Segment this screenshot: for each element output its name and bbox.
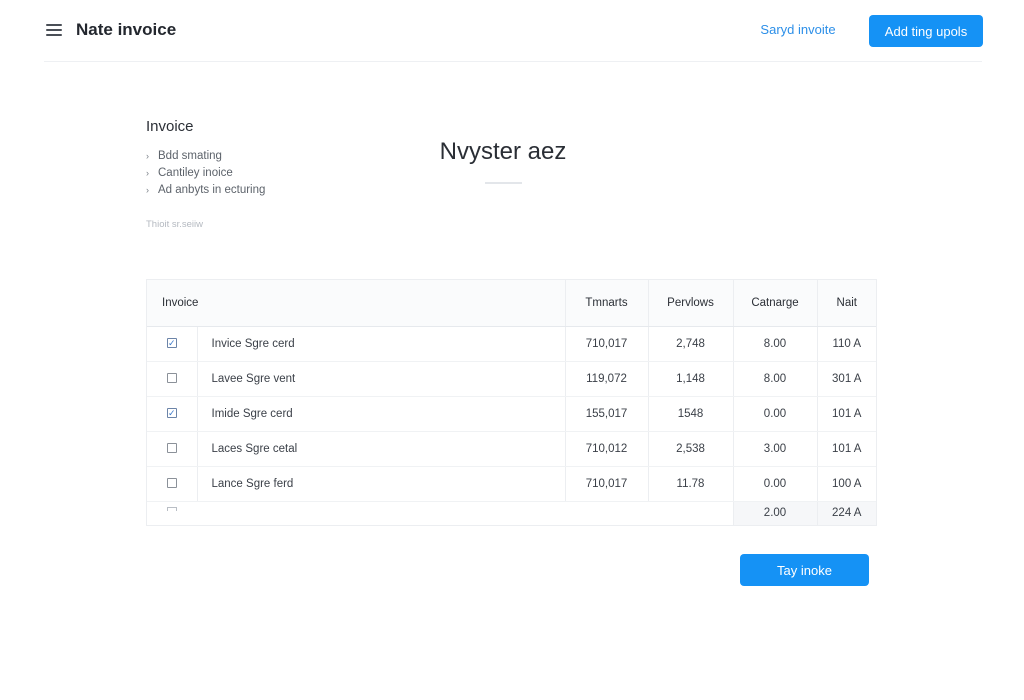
- feature-item: › Cantiley inoice: [146, 165, 265, 182]
- row-checkbox-cell: ✓: [147, 396, 197, 432]
- nait-cell: 101 A: [816, 431, 876, 467]
- hamburger-menu-icon[interactable]: [46, 24, 62, 37]
- invoice-name-cell: Invice Sgre cerd: [196, 326, 565, 362]
- tmnarts-cell: 710,017: [564, 466, 648, 502]
- table-row[interactable]: Lavee Sgre vent 119,072 1,148 8.00 301 A: [147, 361, 876, 397]
- chevron-right-icon: ›: [146, 151, 149, 161]
- tmnarts-cell: 155,017: [564, 396, 648, 432]
- nait-cell: 101 A: [816, 396, 876, 432]
- catnarge-cell: 0.00: [732, 466, 817, 502]
- table-row[interactable]: ✓ Invice Sgre cerd 710,017 2,748 8.00 110 A: [147, 326, 876, 362]
- row-checkbox[interactable]: ✓: [166, 408, 177, 419]
- row-checkbox-cell: [147, 361, 197, 397]
- fine-print-note: Thioit sr.seiiw: [146, 219, 204, 230]
- row-checkbox-cell: [147, 501, 197, 525]
- column-header-invoice[interactable]: Invoice: [147, 280, 565, 327]
- row-checkbox[interactable]: [166, 373, 177, 384]
- page-title: Nvyster aez: [439, 138, 567, 165]
- top-bar: Nate invoice Saryd invoite Add ting upol…: [0, 0, 1024, 62]
- pay-invoice-button[interactable]: Tay inoke: [740, 554, 869, 586]
- row-checkbox[interactable]: [166, 478, 177, 489]
- table-row[interactable]: Laces Sgre cetal 710,012 2,538 3.00 101 A: [147, 431, 876, 467]
- pervlows-cell: 2,748: [647, 326, 733, 362]
- chevron-right-icon: ›: [146, 185, 149, 195]
- section-heading: Invoice: [146, 118, 194, 135]
- nait-cell: 301 A: [816, 361, 876, 397]
- catnarge-cell: 3.00: [732, 431, 817, 467]
- checkmark-icon: ✓: [167, 408, 176, 419]
- column-header-pervlows[interactable]: Pervlows: [647, 280, 733, 327]
- table-row[interactable]: Lance Sgre ferd 710,017 11.78 0.00 100 A: [147, 466, 876, 502]
- catnarge-cell: 8.00: [732, 361, 817, 397]
- header-divider: [44, 61, 982, 62]
- tmnarts-cell: 119,072: [564, 361, 648, 397]
- feature-item: › Bdd smating: [146, 148, 265, 165]
- table-header-row: Invoice Tmnarts Pervlows Catnarge Nait: [147, 280, 876, 327]
- column-header-nait[interactable]: Nait: [816, 280, 876, 327]
- summary-spacer: [565, 501, 648, 525]
- tmnarts-cell: 710,012: [564, 431, 648, 467]
- invoice-name-cell: Laces Sgre cetal: [196, 431, 565, 467]
- row-checkbox-cell: ✓: [147, 326, 197, 362]
- table-bottom-border: [146, 525, 877, 526]
- invoice-name-cell: Imide Sgre cerd: [196, 396, 565, 432]
- catnarge-cell: 8.00: [732, 326, 817, 362]
- feature-item: › Ad anbyts in ecturing: [146, 182, 265, 199]
- row-checkbox-cell: [147, 466, 197, 502]
- checkmark-icon: ✓: [167, 338, 176, 349]
- summary-nait-cell: 224 A: [816, 501, 876, 525]
- row-checkbox[interactable]: ✓: [166, 338, 177, 349]
- row-checkbox[interactable]: [166, 443, 177, 454]
- column-header-catnarge[interactable]: Catnarge: [732, 280, 817, 327]
- pervlows-cell: 2,538: [647, 431, 733, 467]
- saved-invoice-link[interactable]: Saryd invoite: [744, 22, 852, 37]
- add-button[interactable]: Add ting upols: [869, 15, 983, 47]
- title-underline: [485, 182, 522, 184]
- app-title: Nate invoice: [76, 20, 177, 39]
- row-checkbox[interactable]: [167, 507, 177, 512]
- summary-row: 2.00 224 A: [147, 501, 876, 525]
- pervlows-cell: 1,148: [647, 361, 733, 397]
- invoice-name-cell: Lavee Sgre vent: [196, 361, 565, 397]
- summary-spacer: [197, 501, 565, 525]
- pervlows-cell: 1548: [647, 396, 733, 432]
- summary-spacer: [648, 501, 733, 525]
- nait-cell: 110 A: [816, 326, 876, 362]
- tmnarts-cell: 710,017: [564, 326, 648, 362]
- nait-cell: 100 A: [816, 466, 876, 502]
- column-header-tmnarts[interactable]: Tmnarts: [564, 280, 648, 327]
- feature-label: Bdd smating: [158, 150, 222, 162]
- summary-catnarge-cell: 2.00: [732, 501, 817, 525]
- catnarge-cell: 0.00: [732, 396, 817, 432]
- table-row[interactable]: ✓ Imide Sgre cerd 155,017 1548 0.00 101 A: [147, 396, 876, 432]
- feature-label: Ad anbyts in ecturing: [158, 184, 266, 196]
- row-checkbox-cell: [147, 431, 197, 467]
- invoice-table: Invoice Tmnarts Pervlows Catnarge Nait ✓…: [146, 279, 877, 526]
- chevron-right-icon: ›: [146, 168, 149, 178]
- invoice-name-cell: Lance Sgre ferd: [196, 466, 565, 502]
- feature-label: Cantiley inoice: [158, 167, 233, 179]
- pervlows-cell: 11.78: [647, 466, 733, 502]
- feature-list: › Bdd smating › Cantiley inoice › Ad anb…: [146, 148, 265, 199]
